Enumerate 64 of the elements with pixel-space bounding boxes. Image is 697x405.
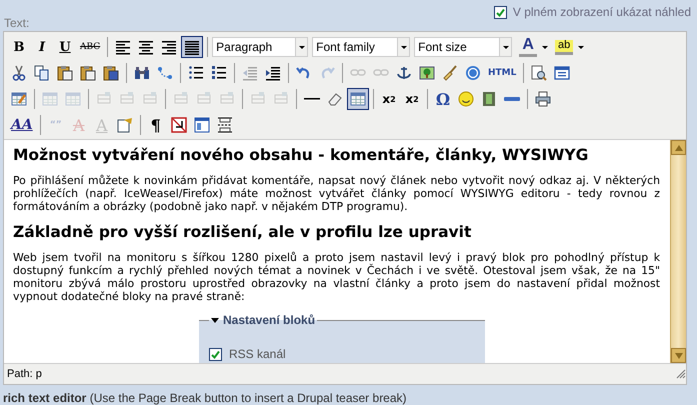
option-label: RSS kanál bbox=[229, 347, 286, 361]
bullet-list-icon bbox=[188, 65, 204, 81]
fieldset-legend[interactable]: Nastavení bloků bbox=[223, 313, 316, 327]
align-center-icon bbox=[138, 39, 154, 55]
dropdown-select[interactable]: Paragraph bbox=[212, 37, 308, 57]
redo-icon bbox=[319, 65, 335, 81]
resize-handle-icon[interactable] bbox=[676, 369, 686, 379]
format-button[interactable]: ¶ bbox=[144, 114, 167, 136]
preview-label: V plném zobrazení ukázat náhled bbox=[512, 5, 691, 19]
no-break-icon bbox=[170, 117, 187, 133]
content-paragraph: Web jsem tvořil na monitoru s šířkou 1280 pixelů a proto jsem nastavil levý i pravý blok pro pohodlný přístup k dostupný funkcím a rychlý přehled nových témat a novinek v Čechách i ve světě. Otestoval jsem však, že na 15" monitoru zbývá málo prostoru uprostřed obrazovky na vlastní články a proto jsem do nastavení přidal možnost vypnout dodatečné bloky na pravé straně: bbox=[13, 251, 660, 303]
page-break-icon bbox=[216, 117, 233, 133]
table-button[interactable] bbox=[347, 88, 369, 110]
clipboard-document-icon bbox=[103, 65, 119, 81]
eraser-icon bbox=[327, 91, 343, 107]
binoculars-icon bbox=[134, 65, 150, 81]
window-icon bbox=[554, 65, 570, 81]
table-edit-icon bbox=[11, 91, 27, 107]
template-icon bbox=[194, 117, 210, 133]
format-button[interactable]: AA bbox=[8, 114, 36, 136]
format-button[interactable]: x$^{2}$ bbox=[401, 88, 423, 110]
printer-icon bbox=[535, 91, 551, 107]
format-button[interactable]: HTML bbox=[485, 62, 520, 84]
collapse-icon[interactable] bbox=[211, 318, 219, 322]
content-paragraph: Po přihlášení můžete k novinkám přidávat komentáře, napsat nový článek nebo vytvořit nový odkaz aj. V některých prohlížečích (např. IceWeasel/Firefox) máte možnost vytvářet články pomocí WYSIWYG editoru - tedy rovnou z formátováním a obrázky (podobně jako např. v nějakém DTP programu). bbox=[13, 174, 660, 213]
content-heading: Možnost vytváření nového obsahu - komentáře, články, WYSIWYG bbox=[13, 146, 590, 164]
format-button[interactable]: U bbox=[54, 36, 76, 58]
align-justify-icon bbox=[184, 39, 200, 55]
format-button[interactable]: B bbox=[8, 36, 30, 58]
anchor-icon bbox=[396, 65, 412, 81]
table-row-icon bbox=[42, 91, 58, 107]
element-path: Path: p bbox=[7, 368, 42, 380]
preview-checkbox[interactable] bbox=[494, 6, 507, 18]
align-right-icon bbox=[161, 39, 178, 55]
scrollbar[interactable] bbox=[670, 140, 686, 363]
clipboard-text-icon bbox=[80, 65, 96, 81]
image-icon bbox=[419, 65, 435, 81]
smiley-icon bbox=[458, 91, 474, 107]
format-button[interactable]: Ω bbox=[432, 88, 454, 110]
preview-icon bbox=[531, 65, 548, 81]
editor-hint: rich text editor (Use the Page Break button to insert a Drupal teaser break) bbox=[3, 391, 408, 405]
text-color-button[interactable]: A bbox=[516, 36, 552, 58]
numbered-list-icon bbox=[211, 65, 227, 81]
field-label: Text: bbox=[4, 16, 30, 30]
scroll-down-button[interactable] bbox=[671, 348, 686, 363]
scroll-up-button[interactable] bbox=[671, 140, 686, 155]
option-checkbox[interactable] bbox=[209, 348, 222, 360]
align-justify-button[interactable] bbox=[181, 36, 204, 58]
copy-icon bbox=[34, 65, 50, 81]
scissors-icon bbox=[11, 65, 27, 81]
undo-icon bbox=[296, 65, 312, 81]
format-button[interactable]: ABC bbox=[77, 36, 104, 58]
indent-icon bbox=[265, 65, 281, 81]
align-left-icon bbox=[115, 39, 132, 55]
dropdown-select[interactable]: Font family bbox=[312, 37, 410, 57]
table-cell-icon bbox=[65, 91, 81, 107]
outdent-icon bbox=[242, 65, 258, 81]
dropdown-select[interactable]: Font size bbox=[414, 37, 512, 57]
content-heading: Základně pro vyšší rozlišení, ale v profilu lze upravit bbox=[13, 223, 472, 241]
highlight-color-button[interactable]: ab bbox=[552, 36, 588, 58]
format-button[interactable]: I bbox=[31, 36, 53, 58]
horizontal-rule-icon bbox=[304, 98, 320, 100]
table-icon bbox=[350, 91, 366, 107]
clipboard-icon bbox=[57, 65, 73, 81]
